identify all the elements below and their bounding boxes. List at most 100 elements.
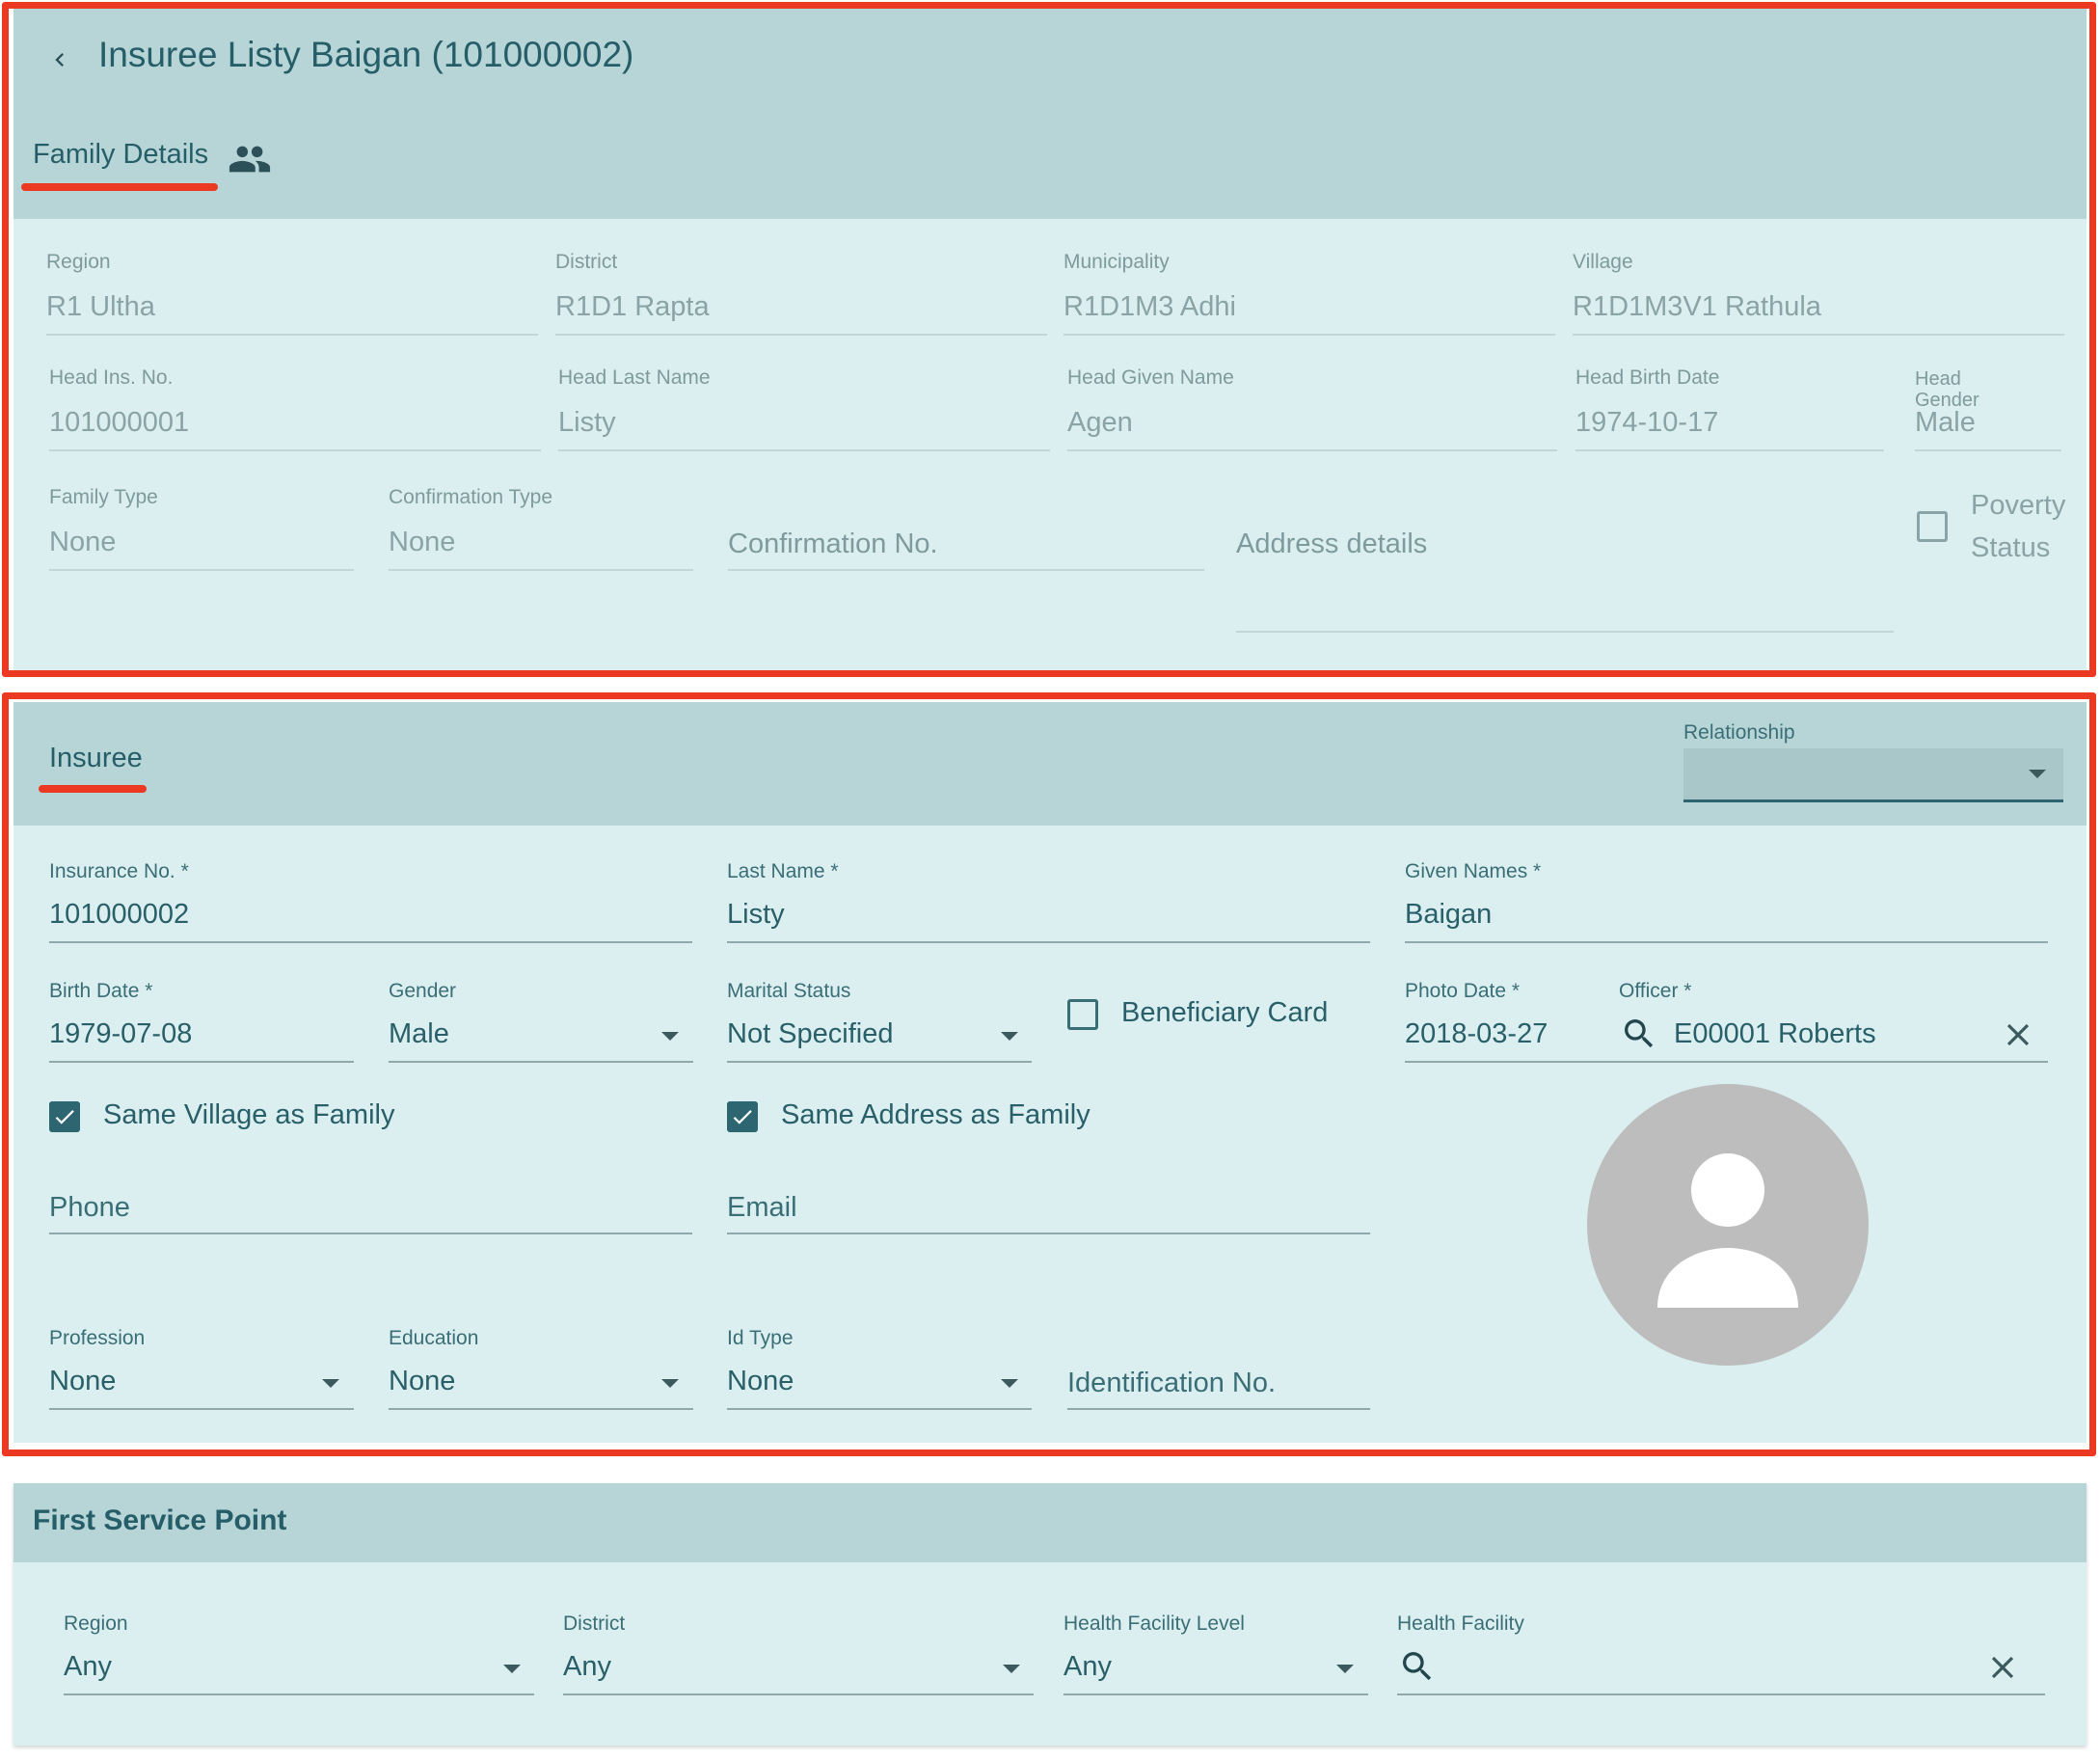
gender-caret-icon[interactable]: [661, 1032, 679, 1041]
fsp-health-facility-clear-icon[interactable]: [1984, 1649, 2021, 1686]
same-address-checkbox[interactable]: [727, 1101, 758, 1132]
head-last-name-value: Listy: [558, 407, 616, 438]
family-village-label: Village: [1573, 251, 1633, 273]
insurance-no-label: Insurance No. *: [49, 860, 189, 882]
officer-clear-icon[interactable]: [2000, 1016, 2036, 1053]
fsp-region-select[interactable]: Any: [64, 1651, 112, 1683]
head-gender-underline: [1915, 449, 2061, 451]
photo-officer-underline: [1405, 1061, 2048, 1063]
head-gender-value: Male: [1915, 407, 1976, 438]
poverty-status-label-line2: Status: [1971, 532, 2051, 563]
first-service-point-header: First Service Point: [13, 1483, 2087, 1562]
people-icon: [229, 146, 271, 173]
head-given-name-value: Agen: [1067, 407, 1133, 438]
id-type-underline: [727, 1408, 1032, 1410]
check-icon: [55, 1110, 74, 1124]
fsp-hf-level-select[interactable]: Any: [1063, 1651, 1112, 1683]
fsp-hf-level-underline: [1063, 1693, 1368, 1695]
identification-no-underline: [1067, 1408, 1370, 1410]
education-caret-icon[interactable]: [661, 1379, 679, 1388]
person-silhouette-icon: [1657, 1153, 1798, 1308]
annotation-underline-insuree: [39, 785, 147, 793]
fsp-region-label: Region: [64, 1612, 128, 1635]
education-label: Education: [389, 1327, 479, 1349]
head-last-name-underline: [558, 449, 1050, 451]
id-type-caret-icon[interactable]: [1001, 1379, 1018, 1388]
family-region-value: R1 Ultha: [46, 291, 155, 322]
confirmation-type-label: Confirmation Type: [389, 486, 553, 508]
officer-label: Officer *: [1619, 980, 1692, 1002]
birth-date-input[interactable]: 1979-07-08: [49, 1018, 192, 1050]
fsp-district-select[interactable]: Any: [563, 1651, 611, 1683]
family-village-value: R1D1M3V1 Rathula: [1573, 291, 1821, 322]
fsp-district-underline: [563, 1693, 1034, 1695]
check-icon: [733, 1110, 752, 1124]
birth-date-underline: [49, 1061, 354, 1063]
fsp-district-caret-icon[interactable]: [1003, 1665, 1020, 1673]
email-placeholder[interactable]: Email: [727, 1192, 797, 1224]
annotation-underline-family-details: [21, 183, 218, 191]
beneficiary-card-label: Beneficiary Card: [1121, 997, 1329, 1028]
fsp-region-caret-icon[interactable]: [503, 1665, 521, 1673]
family-type-label: Family Type: [49, 486, 158, 508]
profession-caret-icon[interactable]: [322, 1379, 339, 1388]
family-type-underline: [49, 569, 354, 571]
phone-placeholder[interactable]: Phone: [49, 1192, 130, 1224]
given-names-input[interactable]: Baigan: [1405, 899, 1492, 931]
family-district-value: R1D1 Rapta: [555, 291, 710, 322]
identification-no-placeholder[interactable]: Identification No.: [1067, 1368, 1276, 1399]
confirmation-no-underline: [728, 569, 1204, 571]
phone-underline: [49, 1233, 692, 1234]
chevron-left-icon[interactable]: [46, 46, 73, 73]
profession-label: Profession: [49, 1327, 146, 1349]
fsp-hf-level-caret-icon[interactable]: [1336, 1665, 1354, 1673]
insurance-no-input[interactable]: 101000002: [49, 899, 189, 931]
officer-search-icon[interactable]: [1620, 1015, 1658, 1053]
photo-date-label: Photo Date *: [1405, 980, 1521, 1002]
education-underline: [389, 1408, 693, 1410]
poverty-status-label-line1: Poverty: [1971, 490, 2066, 521]
given-names-label: Given Names *: [1405, 860, 1542, 882]
head-last-name-label: Head Last Name: [558, 366, 711, 389]
person-avatar-icon[interactable]: [1587, 1084, 1869, 1366]
head-given-name-underline: [1067, 449, 1557, 451]
education-select[interactable]: None: [389, 1366, 455, 1397]
gender-label: Gender: [389, 980, 457, 1002]
profession-select[interactable]: None: [49, 1366, 116, 1397]
id-type-select[interactable]: None: [727, 1366, 794, 1397]
insuree-panel: Insuree Relationship Insurance No. * 101…: [13, 702, 2087, 1443]
beneficiary-card-checkbox[interactable]: [1067, 999, 1098, 1030]
last-name-input[interactable]: Listy: [727, 899, 785, 931]
fsp-district-label: District: [563, 1612, 626, 1635]
last-name-underline: [727, 941, 1370, 943]
head-birth-date-underline: [1575, 449, 1884, 451]
profession-underline: [49, 1408, 354, 1410]
marital-status-caret-icon[interactable]: [1001, 1032, 1018, 1041]
relationship-caret-icon: [2029, 770, 2046, 778]
relationship-select[interactable]: [1683, 748, 2063, 802]
same-address-label: Same Address as Family: [781, 1099, 1090, 1130]
gender-select[interactable]: Male: [389, 1018, 449, 1050]
family-details-header: Insuree Listy Baigan (101000002) Family …: [13, 8, 2087, 219]
photo-date-input[interactable]: 2018-03-27: [1405, 1018, 1548, 1050]
gender-underline: [389, 1061, 693, 1063]
marital-status-underline: [727, 1061, 1032, 1063]
family-region-label: Region: [46, 251, 111, 273]
confirmation-no-placeholder: Confirmation No.: [728, 528, 938, 559]
poverty-status-checkbox: [1917, 511, 1948, 542]
birth-date-label: Birth Date *: [49, 980, 153, 1002]
family-municipality-underline: [1063, 334, 1555, 336]
same-village-checkbox[interactable]: [49, 1101, 80, 1132]
first-service-point-title: First Service Point: [33, 1504, 287, 1536]
insuree-header: Insuree Relationship: [13, 702, 2087, 826]
marital-status-label: Marital Status: [727, 980, 851, 1002]
fsp-health-facility-search-icon[interactable]: [1398, 1647, 1437, 1686]
family-details-tab[interactable]: Family Details: [33, 139, 208, 171]
email-underline: [727, 1233, 1370, 1234]
head-ins-no-underline: [49, 449, 541, 451]
marital-status-select[interactable]: Not Specified: [727, 1018, 894, 1050]
head-ins-no-label: Head Ins. No.: [49, 366, 174, 389]
address-details-placeholder: Address details: [1236, 528, 1428, 559]
page-title: Insuree Listy Baigan (101000002): [98, 35, 634, 74]
officer-input[interactable]: E00001 Roberts: [1674, 1018, 1876, 1050]
